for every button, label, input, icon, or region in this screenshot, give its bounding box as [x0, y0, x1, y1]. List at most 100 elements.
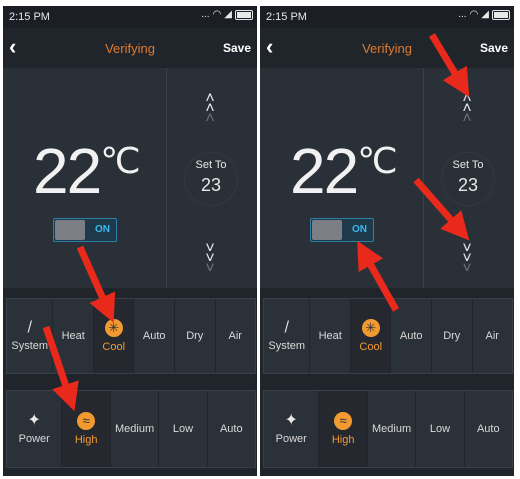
- chevron-down-icon: ˅: [205, 260, 215, 277]
- mode-air[interactable]: Air: [216, 299, 256, 373]
- mode-system[interactable]: ̸ System: [264, 299, 311, 373]
- save-button[interactable]: Save: [480, 41, 508, 55]
- fan-speed-selector: ✦ Power ≈ High Medium Low Auto: [6, 390, 256, 468]
- snowflake-icon: ✳: [361, 319, 380, 337]
- fan-power[interactable]: ✦ Power: [7, 391, 63, 467]
- toggle-state-label: ON: [95, 224, 110, 235]
- wifi-icon: ◠: [469, 9, 479, 20]
- mode-dry[interactable]: Dry: [432, 299, 473, 373]
- fan-power[interactable]: ✦ Power: [264, 391, 320, 467]
- fan-label: Low: [172, 423, 194, 435]
- battery-icon: [492, 9, 510, 20]
- mode-auto[interactable]: Auto: [134, 299, 175, 373]
- fan-label: Power: [275, 433, 307, 445]
- status-bar: 2:15 PM ... ◠ ◢: [3, 6, 257, 28]
- mode-label: Cool: [102, 341, 126, 353]
- thermostat-panel: 22℃ ON ˄ ˄ ˄ Set To 23 ˅ ˅ ˅: [3, 68, 257, 288]
- fan-medium[interactable]: Medium: [111, 391, 160, 467]
- mode-label: Cool: [359, 341, 383, 353]
- wind-icon: ≈: [334, 412, 353, 430]
- mode-dry[interactable]: Dry: [175, 299, 216, 373]
- fan-high[interactable]: ≈ High: [62, 391, 111, 467]
- mode-label: Auto: [399, 330, 423, 342]
- mode-heat[interactable]: Heat: [310, 299, 351, 373]
- set-to-label: Set To: [195, 159, 227, 171]
- temperature-value: 22: [33, 135, 102, 207]
- fan-medium[interactable]: Medium: [368, 391, 417, 467]
- fan-label: Medium: [114, 423, 155, 435]
- power-toggle[interactable]: ON: [310, 218, 374, 242]
- set-to-value: 23: [457, 175, 479, 195]
- mode-auto[interactable]: Auto: [391, 299, 432, 373]
- mode-heat[interactable]: Heat: [53, 299, 94, 373]
- toggle-knob: [312, 220, 342, 240]
- mode-system[interactable]: ̸ System: [7, 299, 54, 373]
- mode-cool[interactable]: ✳ Cool: [350, 299, 392, 373]
- chevron-down-icon: ˅: [462, 260, 472, 277]
- mode-air[interactable]: Air: [473, 299, 513, 373]
- chevron-up-icon: ˄: [205, 110, 215, 127]
- current-temperature: 22℃: [290, 134, 398, 208]
- fan-high[interactable]: ≈ High: [319, 391, 368, 467]
- decrease-temperature-button[interactable]: ˅ ˅ ˅: [199, 241, 221, 277]
- temperature-unit: ℃: [357, 140, 397, 181]
- status-time: 2:15 PM: [9, 11, 50, 23]
- mode-label: Air: [228, 330, 242, 342]
- phone-screen-left: 2:15 PM ... ◠ ◢ ‹ Verifying Save 22℃ ON …: [3, 6, 257, 476]
- fan-label: Low: [429, 423, 451, 435]
- mode-label: Dry: [186, 330, 204, 342]
- mode-selector: ̸ System Heat ✳ Cool Auto Dry Air: [263, 298, 513, 374]
- current-temperature: 22℃: [33, 134, 141, 208]
- fan-low[interactable]: Low: [159, 391, 208, 467]
- toggle-knob: [55, 220, 85, 240]
- top-bar: ‹ Verifying Save: [3, 28, 257, 68]
- mode-label: Air: [485, 330, 499, 342]
- thermostat-panel: 22℃ ON ˄ ˄ ˄ Set To 23 ˅ ˅ ˅: [260, 68, 514, 288]
- snowflake-icon: ✳: [104, 319, 123, 337]
- chevron-up-icon: ˄: [462, 110, 472, 127]
- fan-label: Auto: [476, 423, 500, 435]
- fan-icon: ✦: [284, 412, 298, 429]
- status-icons: ... ◠ ◢: [201, 9, 253, 20]
- fan-auto[interactable]: Auto: [465, 391, 512, 467]
- battery-icon: [235, 9, 253, 20]
- divider: [166, 68, 167, 288]
- increase-temperature-button[interactable]: ˄ ˄ ˄: [199, 91, 221, 127]
- wifi-icon: ◠: [212, 9, 222, 20]
- mode-label: System: [268, 340, 306, 352]
- page-title: Verifying: [105, 41, 155, 56]
- mode-label: Heat: [61, 330, 85, 342]
- set-point-display: Set To 23: [441, 152, 495, 206]
- fan-label: Auto: [219, 423, 243, 435]
- signal-icon: ◢: [224, 9, 232, 20]
- status-icons: ... ◠ ◢: [458, 9, 510, 20]
- mode-label: Heat: [318, 330, 342, 342]
- mode-label: Dry: [443, 330, 461, 342]
- top-bar: ‹ Verifying Save: [260, 28, 514, 68]
- temperature-unit: ℃: [100, 140, 140, 181]
- wind-icon: ≈: [77, 412, 96, 430]
- power-toggle[interactable]: ON: [53, 218, 117, 242]
- fan-label: High: [74, 434, 98, 446]
- fan-speed-selector: ✦ Power ≈ High Medium Low Auto: [263, 390, 513, 468]
- set-to-label: Set To: [452, 159, 484, 171]
- set-to-value: 23: [200, 175, 222, 195]
- fan-label: Power: [18, 433, 50, 445]
- divider: [423, 68, 424, 288]
- phone-screen-right: 2:15 PM ... ◠ ◢ ‹ Verifying Save 22℃ ON …: [260, 6, 514, 476]
- set-point-display: Set To 23: [184, 152, 238, 206]
- fan-auto[interactable]: Auto: [208, 391, 255, 467]
- status-time: 2:15 PM: [266, 11, 307, 23]
- mode-label: Auto: [142, 330, 166, 342]
- dots-icon: ...: [201, 9, 210, 20]
- dots-icon: ...: [458, 9, 467, 20]
- fan-low[interactable]: Low: [416, 391, 465, 467]
- toggle-state-label: ON: [352, 224, 367, 235]
- decrease-temperature-button[interactable]: ˅ ˅ ˅: [456, 241, 478, 277]
- mode-cool[interactable]: ✳ Cool: [93, 299, 135, 373]
- signal-icon: ◢: [481, 9, 489, 20]
- save-button[interactable]: Save: [223, 41, 251, 55]
- increase-temperature-button[interactable]: ˄ ˄ ˄: [456, 91, 478, 127]
- temperature-value: 22: [290, 135, 359, 207]
- status-bar: 2:15 PM ... ◠ ◢: [260, 6, 514, 28]
